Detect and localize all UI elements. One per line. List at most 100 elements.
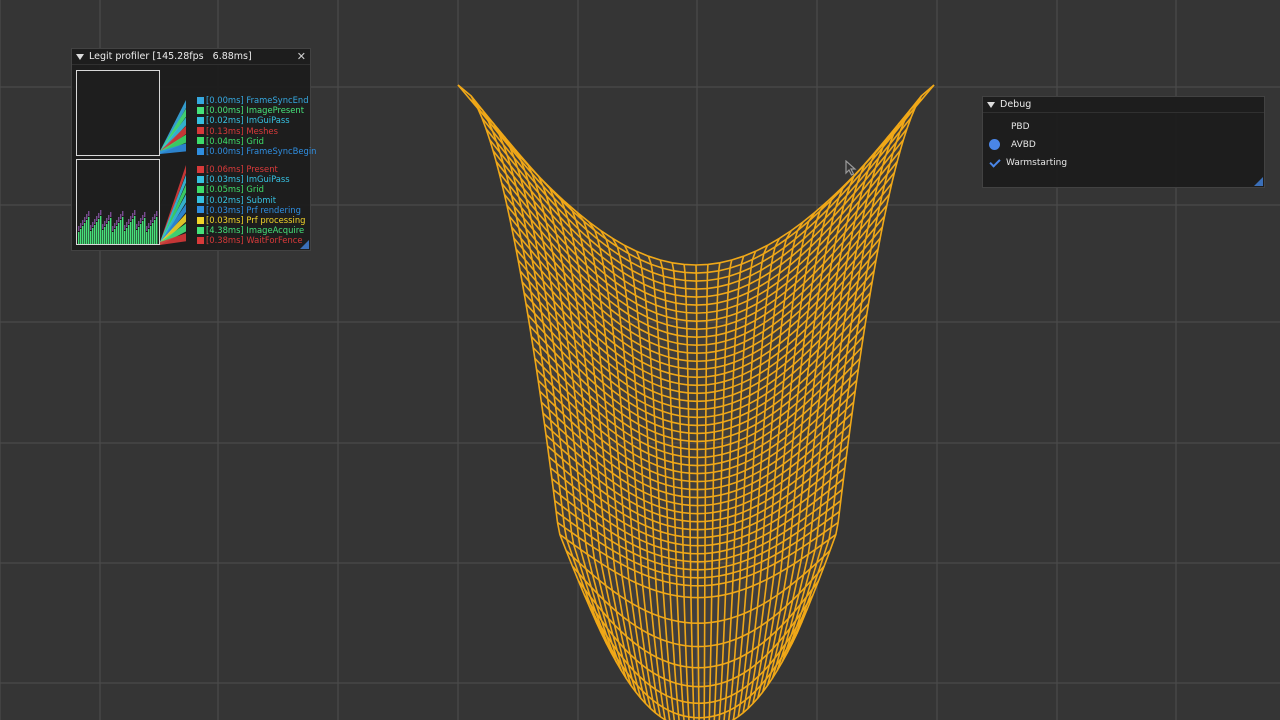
profiler-entry: [0.02ms] Submit (197, 195, 305, 205)
cpu-graph-bar (146, 226, 148, 231)
cpu-graph-bar (154, 214, 156, 219)
radio-circle-icon[interactable] (989, 139, 1000, 150)
cpu-graph-bar (118, 217, 120, 222)
cpu-graph-bar (132, 213, 134, 218)
gpu-legend-connectors (160, 100, 186, 154)
entry-label: [0.38ms] WaitForFence (206, 235, 303, 246)
radio-circle-icon[interactable] (989, 121, 1000, 132)
cpu-graph-bar (144, 218, 146, 244)
cpu-graph-bar (130, 222, 132, 244)
cpu-graph-bar (80, 229, 82, 244)
cpu-graph-bar (102, 230, 104, 244)
entry-color-swatch (197, 106, 204, 114)
debug-title-bar[interactable]: Debug (983, 97, 1264, 113)
cpu-graph-bar (124, 225, 126, 230)
cpu-graph-bar (110, 218, 112, 244)
cpu-graph-bar (156, 211, 158, 216)
profiler-entry: [0.04ms] Grid (197, 136, 317, 146)
entry-label: [0.00ms] FrameSyncBegin (206, 146, 317, 157)
entry-color-swatch (197, 196, 204, 204)
cpu-graph-bar (142, 215, 144, 220)
profiler-entry: [0.03ms] ImGuiPass (197, 174, 305, 184)
cpu-graph-bar (156, 217, 158, 244)
cpu-graph-bar (146, 232, 148, 244)
profiler-entry: [0.00ms] FrameSyncEnd (197, 95, 317, 105)
checkbox-warmstarting[interactable]: Warmstarting (989, 157, 1067, 169)
cpu-graph-bar (116, 226, 118, 244)
cpu-graph-bar (94, 219, 96, 224)
cpu-graph-bar (126, 222, 128, 227)
entry-label: [0.06ms] Present (206, 164, 278, 175)
cpu-graph-bar (108, 221, 110, 244)
radio-pbd[interactable]: PBD (989, 121, 1030, 132)
cpu-graph-bar (110, 212, 112, 217)
profiler-title-bar[interactable]: Legit profiler [145.28fps 6.88ms] ✕ (72, 49, 310, 65)
cpu-graph-bar (150, 226, 152, 244)
cpu-graph-bar (88, 211, 90, 216)
cpu-graph-bar (102, 224, 104, 229)
checkmark-icon[interactable] (989, 157, 1001, 169)
cpu-graph-bar (86, 214, 88, 219)
entry-color-swatch (197, 137, 204, 145)
cpu-graph-bar (84, 217, 86, 222)
cpu-graph (76, 159, 160, 245)
cpu-graph-bar (122, 211, 124, 216)
entry-color-swatch (197, 127, 204, 135)
profiler-entry: [0.00ms] FrameSyncBegin (197, 146, 317, 156)
profiler-entry: [0.03ms] Prf processing (197, 215, 305, 225)
cpu-graph-bar (140, 224, 142, 244)
entry-color-swatch (197, 147, 204, 155)
entry-label: [0.03ms] Prf processing (206, 215, 306, 226)
debug-title: Debug (1000, 99, 1032, 110)
entry-label: [0.00ms] ImagePresent (206, 105, 305, 116)
entry-label: [4.38ms] ImageAcquire (206, 225, 305, 236)
triangle-down-icon[interactable] (987, 101, 995, 108)
cpu-graph-bar (120, 214, 122, 219)
resize-grip[interactable] (300, 240, 309, 249)
profiler-entry: [0.03ms] Prf rendering (197, 205, 305, 215)
cpu-graph-bar (128, 219, 130, 224)
triangle-down-icon[interactable] (76, 53, 84, 60)
cpu-graph-bar (90, 231, 92, 244)
resize-grip[interactable] (1254, 177, 1263, 186)
profiler-entry: [0.02ms] ImGuiPass (197, 115, 317, 125)
cpu-graph-bar (104, 221, 106, 226)
cpu-graph-bar (84, 223, 86, 244)
cpu-graph-bar (106, 218, 108, 223)
cpu-graph-bar (114, 223, 116, 228)
cpu-graph-bar (152, 217, 154, 222)
cpu-graph-bar (94, 225, 96, 244)
cpu-graph-bar (104, 227, 106, 244)
entry-color-swatch (197, 236, 204, 244)
cpu-graph-bar (114, 229, 116, 244)
debug-window[interactable]: Debug PBD AVBD Warmstarting (982, 96, 1265, 188)
cpu-graph-bar (112, 232, 114, 244)
cpu-graph-bar (134, 210, 136, 215)
cpu-graph-bar (134, 216, 136, 244)
cpu-graph-bar (92, 222, 94, 227)
cpu-graph-bar (128, 225, 130, 244)
cpu-graph-bar (124, 231, 126, 244)
entry-label: [0.03ms] ImGuiPass (206, 174, 290, 185)
cpu-graph-bar (78, 226, 80, 231)
close-icon[interactable]: ✕ (297, 51, 306, 62)
entry-label: [0.13ms] Meshes (206, 125, 278, 136)
gpu-graph (76, 70, 160, 178)
cpu-graph-bar (126, 228, 128, 244)
entry-color-swatch (197, 96, 204, 104)
entry-label: [0.04ms] Grid (206, 135, 264, 146)
cpu-graph-bar (118, 223, 120, 244)
cpu-graph-bar (112, 226, 114, 231)
cpu-graph-bar (96, 216, 98, 221)
profiler-window[interactable]: Legit profiler [145.28fps 6.88ms] ✕ [0.0… (71, 48, 317, 251)
entry-color-swatch (197, 165, 204, 173)
cpu-graph-bar (86, 220, 88, 244)
cloth-surface (458, 85, 934, 720)
cpu-graph-bar (148, 229, 150, 244)
cpu-graph-bar (98, 213, 100, 218)
radio-avbd[interactable]: AVBD (989, 139, 1036, 150)
cpu-graph-bar (152, 223, 154, 244)
entry-label: [0.02ms] Submit (206, 194, 277, 205)
cpu-graph-bar (154, 220, 156, 244)
checkbox-warmstarting-label: Warmstarting (1006, 158, 1068, 168)
